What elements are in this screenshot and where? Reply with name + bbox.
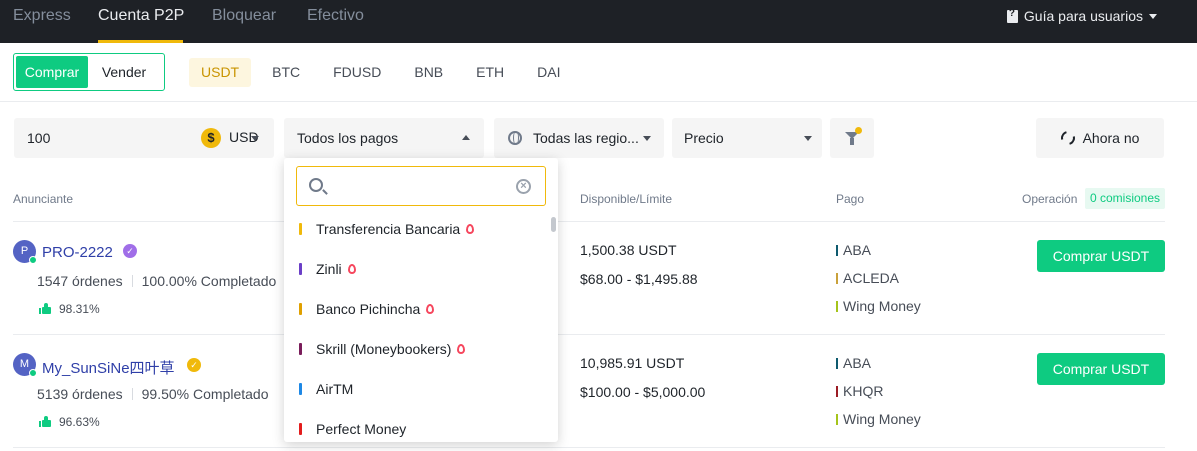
online-status-dot xyxy=(29,256,37,264)
buy-toggle-button[interactable]: Comprar xyxy=(16,56,88,88)
thumbs-up-icon xyxy=(39,416,51,427)
search-icon xyxy=(309,178,323,192)
advertiser-stats: 1547 órdenes 100.00% Completado xyxy=(37,273,276,289)
chevron-down-icon xyxy=(251,136,259,141)
top-nav: Express Cuenta P2P Bloquear Efectivo Guí… xyxy=(0,0,1197,43)
thumbs-up-icon xyxy=(39,303,51,314)
avatar[interactable]: P xyxy=(13,240,37,264)
online-status-dot xyxy=(29,369,37,377)
tab-express[interactable]: Express xyxy=(13,7,71,25)
tab-cash[interactable]: Efectivo xyxy=(307,7,364,25)
header-operation: Operación xyxy=(1022,192,1078,206)
asset-tab-dai[interactable]: DAI xyxy=(525,58,572,87)
payment-method: ABA xyxy=(836,242,871,258)
completion-rate: 99.50% Completado xyxy=(141,386,269,402)
payment-method: Wing Money xyxy=(836,411,921,427)
positive-rating: 98.31% xyxy=(59,302,100,316)
payment-method: Wing Money xyxy=(836,298,921,314)
payment-option[interactable]: Transferencia Bancaria xyxy=(299,219,475,239)
payment-methods-value: Todos los pagos xyxy=(297,130,399,146)
zero-fees-badge: 0 comisiones xyxy=(1085,188,1166,209)
advertiser-name[interactable]: PRO-2222 xyxy=(42,244,113,261)
tab-block[interactable]: Bloquear xyxy=(212,7,276,25)
payment-method: KHQR xyxy=(836,383,883,399)
row-divider xyxy=(13,447,1165,448)
payment-option[interactable]: Banco Pichincha xyxy=(299,299,435,319)
dollar-coin-icon: $ xyxy=(201,128,221,148)
sort-select[interactable]: Precio xyxy=(672,118,822,158)
verified-badge-icon: ✓ xyxy=(123,244,137,258)
tab-p2p[interactable]: Cuenta P2P xyxy=(98,7,184,25)
payment-option[interactable]: Zinli xyxy=(299,259,356,279)
verified-badge-icon: ✓ xyxy=(187,358,201,372)
refresh-button[interactable]: Ahora no xyxy=(1036,118,1164,158)
avatar[interactable]: M xyxy=(13,353,37,377)
payment-option[interactable]: Skrill (Moneybookers) xyxy=(299,339,466,359)
available-amount: 1,500.38 USDT xyxy=(580,242,677,258)
guide-label: Guía para usuarios xyxy=(1023,8,1143,24)
refresh-icon xyxy=(1058,128,1078,148)
hot-fire-icon xyxy=(457,344,466,354)
filter-button[interactable] xyxy=(830,118,874,158)
advertiser-stats: 5139 órdenes 99.50% Completado xyxy=(37,386,269,402)
payment-search-field[interactable]: × xyxy=(296,166,546,206)
user-guide-menu[interactable]: Guía para usuarios xyxy=(1006,8,1157,24)
chevron-down-icon xyxy=(1149,13,1157,19)
asset-tab-eth[interactable]: ETH xyxy=(464,58,516,87)
chevron-down-icon xyxy=(804,136,812,141)
buy-usdt-button[interactable]: Comprar USDT xyxy=(1037,240,1165,272)
table-row: M My_SunSiNe四叶草 ✓ 5139 órdenes 99.50% Co… xyxy=(0,335,1197,447)
asset-tab-fdusd[interactable]: FDUSD xyxy=(321,58,393,87)
buy-usdt-button[interactable]: Comprar USDT xyxy=(1037,353,1165,385)
refresh-label: Ahora no xyxy=(1082,130,1140,146)
amount-input[interactable]: 100 $ USD xyxy=(14,118,274,158)
asset-tab-bnb[interactable]: BNB xyxy=(402,58,455,87)
asset-tab-btc[interactable]: BTC xyxy=(260,58,312,87)
payment-method: ACLEDA xyxy=(836,270,899,286)
sort-value: Precio xyxy=(684,130,724,146)
hot-fire-icon xyxy=(426,304,435,314)
guide-book-icon xyxy=(1006,8,1018,23)
header-payment: Pago xyxy=(836,192,865,206)
header-available: Disponible/Límite xyxy=(580,192,673,206)
regions-value: Todas las regio... xyxy=(533,130,639,146)
sell-toggle-button[interactable]: Vender xyxy=(88,56,160,88)
hot-fire-icon xyxy=(466,224,475,234)
chevron-up-icon xyxy=(462,135,470,140)
regions-select[interactable]: Todas las regio... xyxy=(494,118,664,158)
payment-methods-select[interactable]: Todos los pagos xyxy=(284,118,484,158)
payment-methods-dropdown: × Transferencia Bancaria Zinli Banco Pic… xyxy=(284,158,558,442)
available-amount: 10,985.91 USDT xyxy=(580,355,685,371)
order-count: 5139 órdenes xyxy=(37,386,123,402)
globe-icon xyxy=(508,131,522,145)
header-advertiser: Anunciante xyxy=(13,192,74,206)
payment-option[interactable]: AirTM xyxy=(299,379,353,399)
asset-tab-usdt[interactable]: USDT xyxy=(189,58,252,87)
filter-funnel-icon xyxy=(845,127,862,145)
payment-method: ABA xyxy=(836,355,871,371)
completion-rate: 100.00% Completado xyxy=(141,273,277,289)
positive-rating: 96.63% xyxy=(59,415,100,429)
hot-fire-icon xyxy=(347,264,356,274)
dropdown-scrollbar[interactable] xyxy=(551,217,556,232)
advertiser-name[interactable]: My_SunSiNe四叶草 xyxy=(42,357,175,378)
payment-option[interactable]: Perfect Money xyxy=(299,419,406,439)
order-limit: $100.00 - $5,000.00 xyxy=(580,384,706,400)
clear-icon[interactable]: × xyxy=(516,179,531,194)
buy-sell-toggle: Comprar Vender xyxy=(13,53,165,91)
table-row: P PRO-2222 ✓ 1547 órdenes 100.00% Comple… xyxy=(0,222,1197,334)
section-divider xyxy=(0,101,1197,102)
payment-search-input[interactable] xyxy=(335,175,505,197)
amount-value: 100 xyxy=(27,130,51,146)
chevron-down-icon xyxy=(643,136,651,141)
active-tab-indicator xyxy=(98,40,183,43)
order-count: 1547 órdenes xyxy=(37,273,123,289)
order-limit: $68.00 - $1,495.88 xyxy=(580,271,698,287)
asset-tabs: USDT BTC FDUSD BNB ETH DAI xyxy=(189,58,582,87)
